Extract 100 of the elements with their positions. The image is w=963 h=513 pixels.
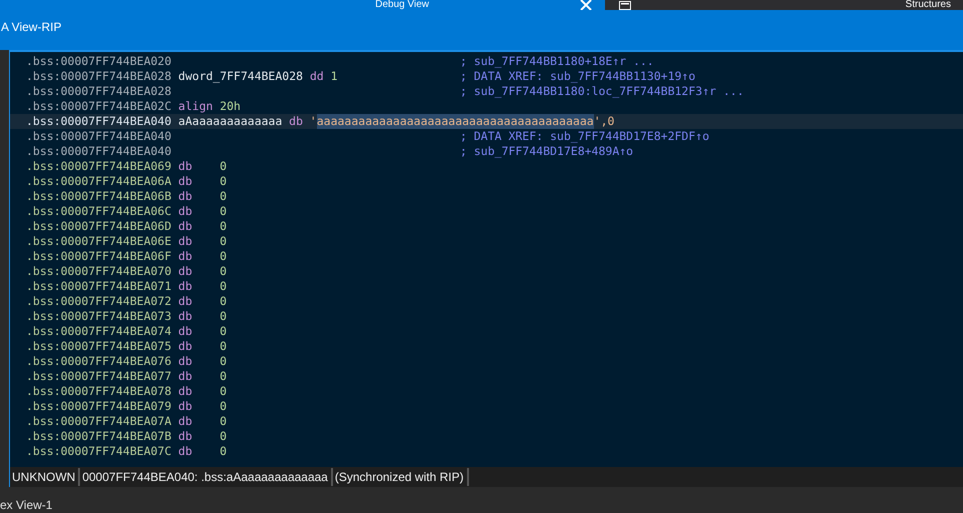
address-text: .bss:00007FF744BEA077 (26, 369, 172, 384)
mnemonic-text: db (178, 399, 194, 414)
address-text: .bss:00007FF744BEA028 (26, 69, 172, 84)
address-text: .bss:00007FF744BEA072 (26, 294, 172, 309)
address-text: .bss:00007FF744BEA020 (26, 54, 172, 69)
code-line[interactable]: .bss:00007FF744BEA079 db 0 (10, 399, 963, 414)
mnemonic-text: db (178, 159, 194, 174)
mnemonic-text: db (178, 264, 194, 279)
code-line[interactable]: .bss:00007FF744BEA075 db 0 (10, 339, 963, 354)
address-text: .bss:00007FF744BEA07A (26, 414, 172, 429)
code-line[interactable]: .bss:00007FF744BEA06A db 0 (10, 174, 963, 189)
label-text: aAaaaaaaaaaaaaa (178, 114, 282, 129)
operand-text: 0 (220, 369, 227, 384)
mnemonic-text: db (178, 429, 194, 444)
code-line[interactable]: .bss:00007FF744BEA06E db 0 (10, 234, 963, 249)
code-line[interactable]: .bss:00007FF744BEA06C db 0 (10, 204, 963, 219)
address-text: .bss:00007FF744BEA075 (26, 339, 172, 354)
panel-title[interactable]: Structures (905, 0, 951, 10)
address-text: .bss:00007FF744BEA06D (26, 219, 172, 234)
mnemonic-text: db (178, 444, 194, 459)
operand-text: ' (310, 114, 317, 129)
code-line[interactable]: .bss:00007FF744BEA069 db 0 (10, 159, 963, 174)
address-text: .bss:00007FF744BEA040 (26, 114, 172, 129)
operand-text: 0 (220, 399, 227, 414)
selected-text: aaaaaaaaaaaaaaaaaaaaaaaaaaaaaaaaaaaaaaaa (316, 114, 594, 129)
operand-text: 0 (220, 339, 227, 354)
address-text: .bss:00007FF744BEA074 (26, 324, 172, 339)
address-text: .bss:00007FF744BEA02C (26, 99, 172, 114)
code-line[interactable]: .bss:00007FF744BEA040 ; sub_7FF744BD17E8+489A↑o (10, 144, 963, 159)
tab-title[interactable]: Debug View (375, 0, 429, 10)
operand-text: 0 (220, 249, 227, 264)
operand-text: 0 (220, 174, 227, 189)
view-tab[interactable]: A View-RIP (0, 20, 62, 34)
comment-text: ; DATA XREF: sub_7FF744BD17E8+2FDF↑o (460, 129, 710, 144)
code-line[interactable]: .bss:00007FF744BEA06B db 0 (10, 189, 963, 204)
mnemonic-text: db (178, 249, 194, 264)
status-text: UNKNOWN (10, 468, 80, 486)
address-text: .bss:00007FF744BEA071 (26, 279, 172, 294)
address-text: .bss:00007FF744BEA07C (26, 444, 172, 459)
mnemonic-text: db (178, 294, 194, 309)
operand-text: 0 (220, 309, 227, 324)
operand-text: 0 (220, 204, 227, 219)
code-line[interactable]: .bss:00007FF744BEA028 dword_7FF744BEA028 dd 1 ; DATA XREF: sub_7FF744BB1130+19↑o (10, 69, 963, 84)
code-line[interactable]: .bss:00007FF744BEA07A db 0 (10, 414, 963, 429)
window-icon (619, 0, 631, 10)
operand-text: 0 (220, 189, 227, 204)
code-line[interactable]: .bss:00007FF744BEA070 db 0 (10, 264, 963, 279)
address-text: .bss:00007FF744BEA06E (26, 234, 172, 249)
operand-text: 0 (220, 354, 227, 369)
comment-text: ; DATA XREF: sub_7FF744BB1130+19↑o (460, 69, 696, 84)
address-text: .bss:00007FF744BEA06C (26, 204, 172, 219)
operand-text: 0 (220, 444, 227, 459)
code-line[interactable]: .bss:00007FF744BEA07B db 0 (10, 429, 963, 444)
operand-text: 0 (220, 429, 227, 444)
comment-text: ; sub_7FF744BB1180:loc_7FF744BB12F3↑r ... (460, 84, 744, 99)
operand-text: 0 (220, 234, 227, 249)
mnemonic-text: db (178, 384, 194, 399)
code-line[interactable]: .bss:00007FF744BEA073 db 0 (10, 309, 963, 324)
operand-text: 0 (220, 294, 227, 309)
close-icon[interactable] (579, 0, 593, 10)
address-text: .bss:00007FF744BEA07B (26, 429, 172, 444)
code-line[interactable]: .bss:00007FF744BEA076 db 0 (10, 354, 963, 369)
code-line[interactable]: .bss:00007FF744BEA07C db 0 (10, 444, 963, 459)
code-line[interactable]: .bss:00007FF744BEA028 ; sub_7FF744BB1180:loc_7FF744BB12F3↑r ... (10, 84, 963, 99)
operand-text: 0 (220, 414, 227, 429)
mnemonic-text: db (178, 324, 194, 339)
status-text: 00007FF744BEA040: .bss:aAaaaaaaaaaaaaa (80, 468, 333, 486)
mnemonic-text: dd (310, 69, 324, 84)
code-line[interactable]: .bss:00007FF744BEA071 db 0 (10, 279, 963, 294)
operand-text: 0 (220, 159, 227, 174)
address-text: .bss:00007FF744BEA06F (26, 249, 172, 264)
mnemonic-text: db (178, 339, 194, 354)
mnemonic-text: db (178, 219, 194, 234)
code-line[interactable]: .bss:00007FF744BEA072 db 0 (10, 294, 963, 309)
view-tab[interactable]: ex View-1 (0, 497, 52, 513)
address-text: .bss:00007FF744BEA040 (26, 129, 172, 144)
comment-text: ; sub_7FF744BB1180+18E↑r ... (460, 54, 654, 69)
mnemonic-text: db (178, 234, 194, 249)
address-text: .bss:00007FF744BEA028 (26, 84, 172, 99)
operand-text: 0 (220, 384, 227, 399)
code-line[interactable]: .bss:00007FF744BEA020 ; sub_7FF744BB1180+18E↑r ... (10, 54, 963, 69)
code-line[interactable]: .bss:00007FF744BEA077 db 0 (10, 369, 963, 384)
operand-text: 1 (330, 69, 338, 84)
address-text: .bss:00007FF744BEA040 (26, 144, 172, 159)
operand-text: ',0 (594, 114, 614, 129)
code-line[interactable]: .bss:00007FF744BEA040 ; DATA XREF: sub_7FF744BD17E8+2FDF↑o (10, 129, 963, 144)
status-text: (Synchronized with RIP) (332, 468, 469, 486)
code-line[interactable]: .bss:00007FF744BEA078 db 0 (10, 384, 963, 399)
mnemonic-text: db (178, 204, 194, 219)
address-text: .bss:00007FF744BEA076 (26, 354, 172, 369)
mnemonic-text: db (178, 369, 194, 384)
mnemonic-text: db (178, 354, 194, 369)
address-text: .bss:00007FF744BEA078 (26, 384, 172, 399)
mnemonic-text: db (178, 174, 194, 189)
code-line[interactable]: .bss:00007FF744BEA06D db 0 (10, 219, 963, 234)
operand-text: 0 (220, 324, 227, 339)
code-line[interactable]: .bss:00007FF744BEA02C align 20h (10, 99, 963, 114)
code-line[interactable]: .bss:00007FF744BEA074 db 0 (10, 324, 963, 339)
code-line[interactable]: .bss:00007FF744BEA06F db 0 (10, 249, 963, 264)
label-text: dword_7FF744BEA028 (178, 69, 303, 84)
